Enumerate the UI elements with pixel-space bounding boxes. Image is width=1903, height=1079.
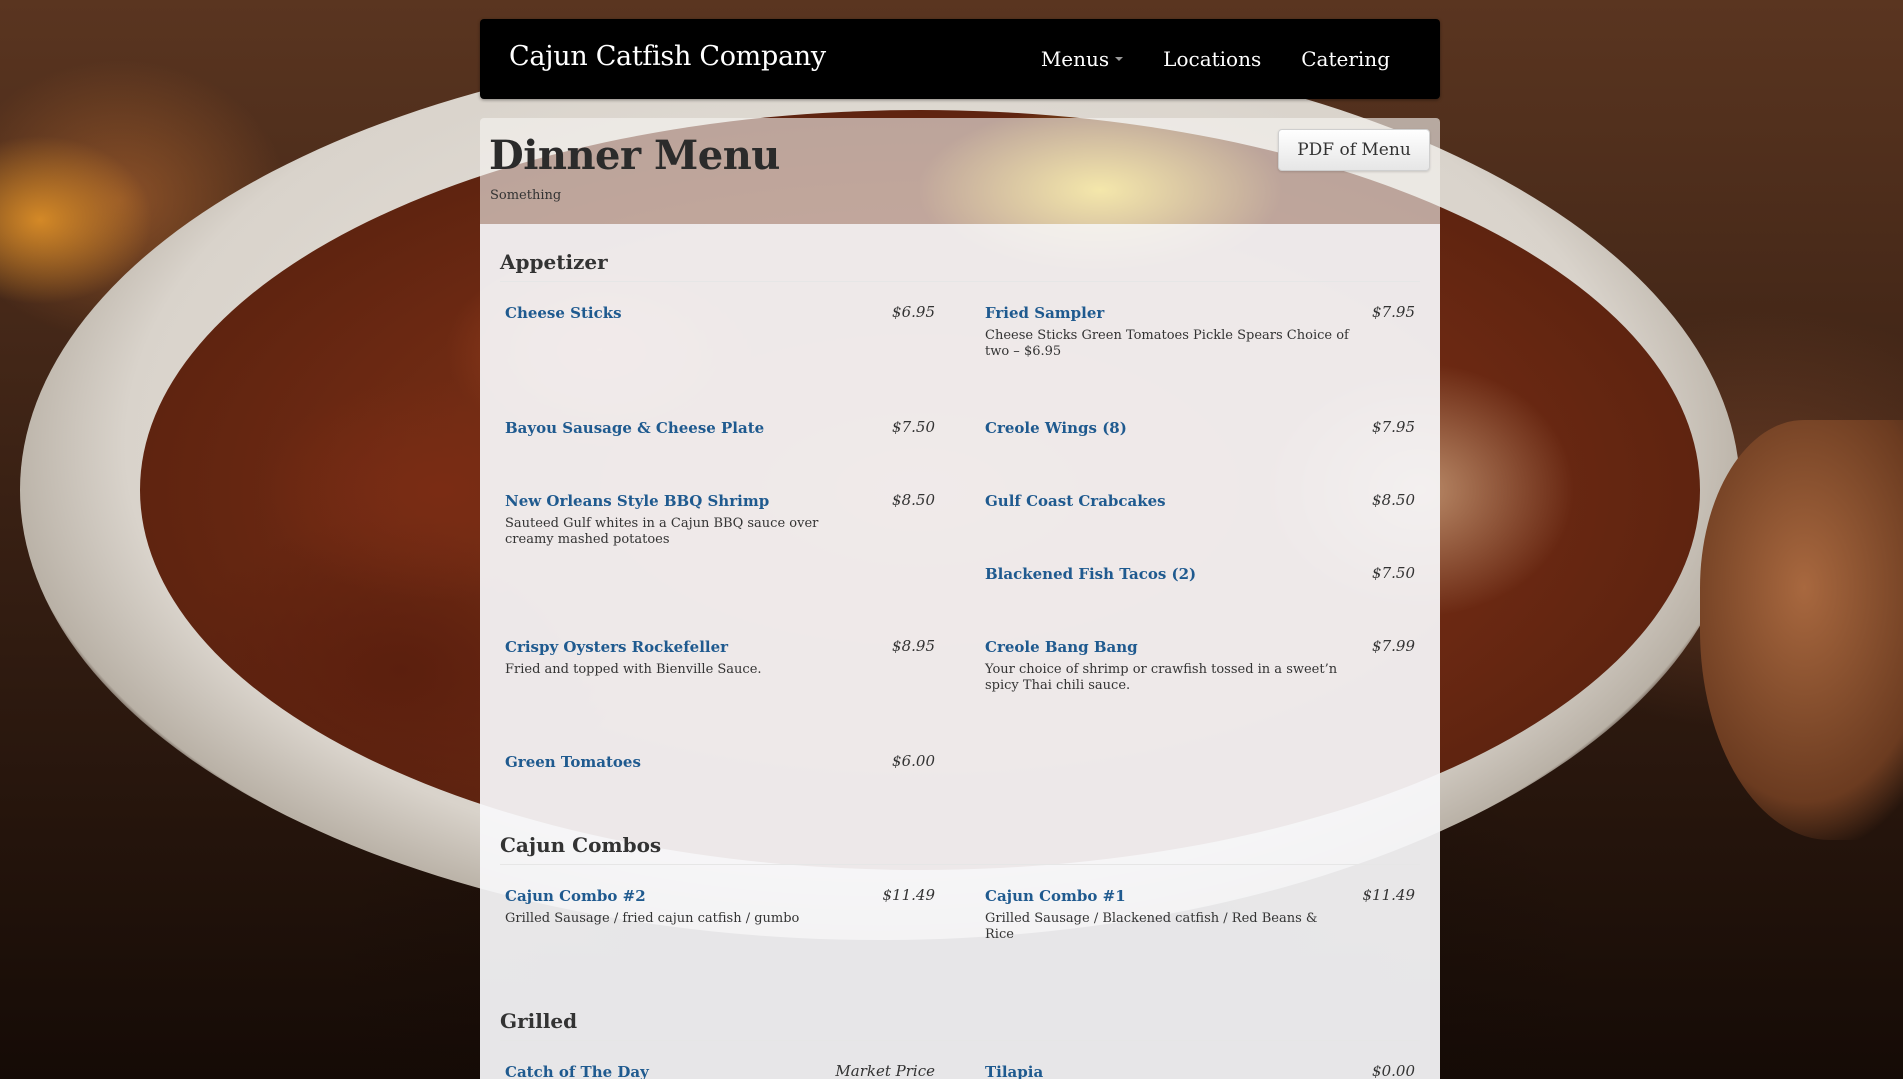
menu-item-price: $7.95 xyxy=(1372,418,1415,436)
menu-item-price: $0.00 xyxy=(1372,1062,1415,1079)
menu-item-name[interactable]: Crispy Oysters Rockefeller xyxy=(505,638,728,656)
page-title: Dinner Menu xyxy=(489,132,780,179)
menu-item-price: $7.95 xyxy=(1372,303,1415,321)
nav-catering[interactable]: Catering xyxy=(1301,47,1390,71)
menu-item-name[interactable]: Creole Wings (8) xyxy=(985,419,1127,437)
menu-panel: Dinner Menu Something PDF of Menu Appeti… xyxy=(480,118,1440,1079)
section-title-appetizer: Appetizer xyxy=(500,250,608,274)
menu-item-price: $8.50 xyxy=(892,491,935,509)
menu-item-name[interactable]: Green Tomatoes xyxy=(505,753,641,771)
menu-item-price: $11.49 xyxy=(882,886,936,904)
nav-locations[interactable]: Locations xyxy=(1163,47,1261,71)
pdf-menu-button[interactable]: PDF of Menu xyxy=(1278,129,1430,171)
menu-item-name[interactable]: Cajun Combo #2 xyxy=(505,887,646,905)
menu-item-name[interactable]: Tilapia xyxy=(985,1063,1043,1079)
menu-item-name[interactable]: Creole Bang Bang xyxy=(985,638,1138,656)
menu-item-name[interactable]: Blackened Fish Tacos (2) xyxy=(985,565,1196,583)
menu-item-name[interactable]: Gulf Coast Crabcakes xyxy=(985,492,1166,510)
menu-header: Dinner Menu Something PDF of Menu xyxy=(480,118,1440,224)
hand-image xyxy=(1700,420,1903,840)
menu-item-price: $7.50 xyxy=(1372,564,1415,582)
menu-item-price: Market Price xyxy=(835,1062,935,1079)
menu-item-price: $6.00 xyxy=(892,752,935,770)
menu-item-description: Grilled Sausage / fried cajun catfish / … xyxy=(505,911,800,926)
nav-menus-dropdown[interactable]: Menus xyxy=(1040,47,1124,71)
brand-link[interactable]: Cajun Catfish Company xyxy=(509,41,826,72)
section-title-grilled: Grilled xyxy=(500,1009,578,1033)
menu-item-price: $7.99 xyxy=(1372,637,1415,655)
menu-item-description: Fried and topped with Bienville Sauce. xyxy=(505,662,762,677)
menu-item-price: $6.95 xyxy=(892,303,935,321)
menu-item-price: $8.95 xyxy=(892,637,935,655)
nav-menu: Menus Locations Catering xyxy=(1041,47,1390,71)
section-title-cajun-combos: Cajun Combos xyxy=(500,833,662,857)
menu-item-description: Cheese Sticks Green Tomatoes Pickle Spea… xyxy=(985,328,1349,359)
menu-item-price: $11.49 xyxy=(1362,886,1416,904)
nav-menus-label: Menus xyxy=(1040,47,1110,71)
menu-item-name[interactable]: Cheese Sticks xyxy=(505,304,622,322)
menu-body: Appetizer Cheese Sticks $6.95 Fried Samp… xyxy=(480,224,1440,1079)
menu-item-description: Grilled Sausage / Blackened catfish / Re… xyxy=(985,911,1318,942)
menu-item-name[interactable]: Bayou Sausage & Cheese Plate xyxy=(505,419,764,437)
menu-item-price: $8.50 xyxy=(1372,491,1415,509)
menu-item-name[interactable]: Fried Sampler xyxy=(985,304,1104,322)
section-divider xyxy=(500,1040,1420,1041)
section-divider xyxy=(500,281,1420,282)
section-divider xyxy=(500,864,1420,865)
menu-item-description: Your choice of shrimp or crawfish tossed… xyxy=(985,662,1338,693)
menu-item-name[interactable]: Catch of The Day xyxy=(505,1063,649,1079)
navbar: Cajun Catfish Company Menus Locations Ca… xyxy=(480,19,1440,99)
menu-item-description: Sauteed Gulf whites in a Cajun BBQ sauce… xyxy=(505,516,819,547)
caret-down-icon xyxy=(1115,57,1124,61)
menu-item-name[interactable]: New Orleans Style BBQ Shrimp xyxy=(505,492,769,510)
page-subtitle: Something xyxy=(490,188,562,203)
menu-item-price: $7.50 xyxy=(892,418,935,436)
menu-item-name[interactable]: Cajun Combo #1 xyxy=(985,887,1126,905)
